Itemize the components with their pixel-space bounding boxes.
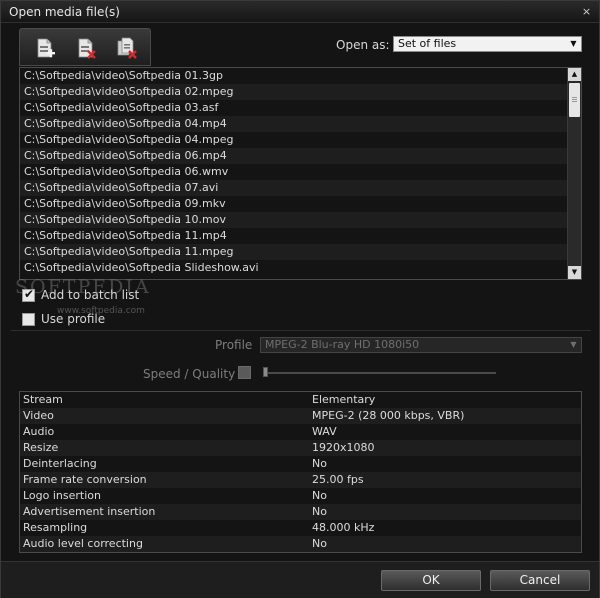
property-key: Advertisement insertion [23,505,156,518]
property-key: Deinterlacing [23,457,97,470]
property-value: Elementary [312,393,376,406]
property-value: No [312,489,327,502]
property-value: No [312,505,327,518]
file-list-item[interactable]: C:\Softpedia\video\Softpedia 06.wmv [20,164,567,180]
profile-value: MPEG-2 Blu-ray HD 1080i50 [265,338,420,351]
remove-file-button[interactable] [74,36,98,60]
open-as-select[interactable]: Set of files ▼ [393,36,582,52]
property-key: Video [23,409,54,422]
cancel-button[interactable]: Cancel [490,570,590,591]
properties-table: Stream Elementary Video MPEG-2 (28 000 kbps… [19,391,582,553]
property-value: No [312,457,327,470]
close-button[interactable]: × [580,5,593,18]
file-list-item[interactable]: C:\Softpedia\video\Softpedia 11.mp4 [20,228,567,244]
property-row: Audio level correcting No [20,536,581,552]
remove-all-files-button[interactable] [115,36,139,60]
property-key: Stream [23,393,63,406]
dialog-footer: OK Cancel [1,561,599,598]
file-list-item[interactable]: C:\Softpedia\video\Softpedia 11.mpeg [20,244,567,260]
open-media-dialog: Open media file(s) × Open as: Set of fil… [0,0,600,598]
chevron-down-icon: ▼ [570,340,577,349]
property-value: WAV [312,425,337,438]
property-value: MPEG-2 (28 000 kbps, VBR) [312,409,465,422]
file-list-item[interactable]: C:\Softpedia\video\Softpedia 01.3gp [20,68,567,84]
property-value: 25.00 fps [312,473,364,486]
remove-file-icon [78,38,96,59]
property-key: Resampling [23,521,88,534]
remove-all-files-icon [117,37,137,59]
file-list-item[interactable]: C:\Softpedia\video\Softpedia 02.mpeg [20,84,567,100]
property-row: Deinterlacing No [20,456,581,472]
file-list-scrollbar[interactable]: ▲ ▼ [567,68,581,279]
scroll-down-icon[interactable]: ▼ [568,266,581,279]
open-as-label: Open as: [336,38,390,52]
property-row: Resampling 48.000 kHz [20,520,581,536]
use-profile-checkbox[interactable] [22,313,35,326]
file-list-item[interactable]: C:\Softpedia\video\Softpedia Slideshow.a… [20,260,567,276]
property-value: 48.000 kHz [312,521,375,534]
speed-quality-slider-thumb[interactable] [263,367,268,377]
profile-label: Profile [215,338,253,352]
property-row: Stream Elementary [20,392,581,408]
file-list[interactable]: C:\Softpedia\video\Softpedia 01.3gp C:\So… [19,67,582,280]
add-file-icon [37,38,55,58]
speed-quality-label: Speed / Quality [143,367,236,381]
property-key: Frame rate conversion [23,473,147,486]
scroll-thumb[interactable] [569,83,580,117]
add-file-button[interactable] [33,36,57,60]
property-key: Logo insertion [23,489,101,502]
softpedia-watermark-url: www.softpedia.com [57,306,145,316]
scroll-up-icon[interactable]: ▲ [568,68,581,81]
property-key: Resize [23,441,59,454]
file-list-item[interactable]: C:\Softpedia\video\Softpedia 10.mov [20,212,567,228]
property-row: Logo insertion No [20,488,581,504]
file-list-item[interactable]: C:\Softpedia\video\Softpedia 03.asf [20,100,567,116]
ok-button[interactable]: OK [381,570,481,591]
file-list-item[interactable]: C:\Softpedia\video\Softpedia 04.mpeg [20,132,567,148]
file-list-item[interactable]: C:\Softpedia\video\Softpedia 06.mp4 [20,148,567,164]
speed-quality-slider-track[interactable] [263,372,496,374]
property-row: Audio WAV [20,424,581,440]
title-bar: Open media file(s) × [1,1,599,23]
file-list-item[interactable]: C:\Softpedia\video\Softpedia 04.mp4 [20,116,567,132]
profile-select[interactable]: MPEG-2 Blu-ray HD 1080i50 ▼ [260,337,582,353]
window-title: Open media file(s) [9,5,120,19]
property-row: Video MPEG-2 (28 000 kbps, VBR) [20,408,581,424]
property-key: Audio [23,425,55,438]
property-row: Frame rate conversion 25.00 fps [20,472,581,488]
file-list-rows: C:\Softpedia\video\Softpedia 01.3gp C:\So… [20,68,567,279]
speed-quality-checkbox[interactable] [238,366,251,379]
open-as-value: Set of files [398,37,457,50]
chevron-down-icon: ▼ [570,39,577,48]
property-row: Resize 1920x1080 [20,440,581,456]
property-key: Audio level correcting [23,537,143,550]
section-divider [11,330,591,331]
file-toolbar [19,28,151,66]
softpedia-watermark: SOFTPEDIA [15,276,151,298]
property-value: 1920x1080 [312,441,375,454]
file-list-item[interactable]: C:\Softpedia\video\Softpedia 09.mkv [20,196,567,212]
property-row: Advertisement insertion No [20,504,581,520]
property-value: No [312,537,327,550]
file-list-item[interactable]: C:\Softpedia\video\Softpedia 07.avi [20,180,567,196]
